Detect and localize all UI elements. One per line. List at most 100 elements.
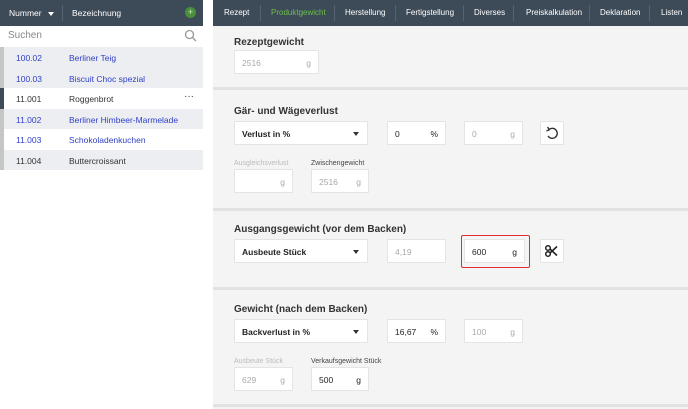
- verkaufsgewicht-unit: g: [356, 375, 361, 385]
- gaer-title: Gär- und Wägeverlust: [234, 106, 338, 117]
- list-item-name: Berliner Himbeer-Marmelade: [69, 114, 179, 125]
- rezeptgewicht-unit: g: [306, 58, 311, 68]
- list-item-number: 11.001: [16, 94, 42, 104]
- search-bar[interactable]: Suchen: [0, 26, 203, 48]
- list-item-number: 100.03: [16, 73, 42, 84]
- ausgang-factor-value: 4,19: [395, 247, 412, 257]
- tab-divider: [649, 5, 650, 21]
- list-item-name: Schokoladenkuchen: [69, 135, 146, 145]
- backverlust-percent-input[interactable]: 16,67 %: [387, 319, 446, 343]
- zwischengewicht-label: Zwischengewicht: [311, 160, 365, 167]
- ausgang-factor-field: 4,19: [387, 239, 446, 263]
- list-item-marker: [0, 88, 4, 109]
- verlust-type-value: Verlust in %: [242, 129, 291, 139]
- recipe-list-panel: Nummer Bezeichnung + Suchen 100.02 Berli…: [0, 0, 203, 409]
- chevron-down-icon: [353, 330, 359, 334]
- backverlust-percent-unit: %: [430, 327, 438, 337]
- backverlust-type-value: Backverlust in %: [242, 327, 311, 337]
- backverlust-gram-field: 100 g: [464, 319, 523, 343]
- backverlust-gram-unit: g: [510, 327, 515, 337]
- split-button[interactable]: [540, 239, 564, 263]
- sort-caret-icon: [47, 11, 54, 16]
- verkaufsgewicht-value: 500: [319, 375, 334, 385]
- ausgang-type-select[interactable]: Ausbeute Stück: [234, 239, 368, 263]
- undo-icon: [546, 126, 558, 140]
- section-divider: [213, 208, 688, 211]
- tab-divider: [260, 5, 261, 21]
- tab-divider: [334, 5, 335, 21]
- list-item[interactable]: 11.003 Schokoladenkuchen: [0, 129, 203, 150]
- tab-fertigstellung[interactable]: Fertigstellung: [406, 8, 454, 17]
- highlight-box: [461, 235, 530, 268]
- verkaufsgewicht-label: Verkaufsgewicht Stück: [311, 358, 382, 365]
- reset-button[interactable]: [540, 121, 564, 145]
- verlust-type-select[interactable]: Verlust in %: [234, 121, 368, 145]
- rezeptgewicht-value: 2516: [242, 58, 261, 68]
- gewicht-title: Gewicht (nach dem Backen): [234, 304, 368, 315]
- zwischengewicht-field: 2516 g: [311, 169, 369, 193]
- backverlust-percent-value: 16,67: [395, 327, 417, 337]
- tab-rezept[interactable]: Rezept: [224, 8, 249, 17]
- tab-diverses[interactable]: Diverses: [474, 8, 505, 17]
- search-input[interactable]: Suchen: [8, 30, 42, 41]
- section-divider: [213, 287, 688, 290]
- tab-herstellung[interactable]: Herstellung: [345, 8, 385, 17]
- list-item-marker: [0, 67, 4, 88]
- section-divider: [213, 87, 688, 90]
- tab-deklaration[interactable]: Deklaration: [600, 8, 640, 17]
- app-root: Nummer Bezeichnung + Suchen 100.02 Berli…: [0, 0, 688, 409]
- verkaufsgewicht-input[interactable]: 500 g: [311, 367, 369, 391]
- chevron-down-icon: [353, 132, 359, 136]
- verlust-gram-field: 0 g: [464, 121, 523, 145]
- list-item[interactable]: 11.004 Buttercroissant: [0, 149, 203, 170]
- tab-divider: [513, 5, 514, 21]
- list-item-number: 100.02: [16, 53, 42, 63]
- ausgleichsverlust-field: g: [234, 169, 293, 193]
- scissors-icon: [544, 244, 558, 258]
- list-item-marker: [0, 47, 4, 68]
- verlust-percent-value: 0: [395, 129, 400, 139]
- tab-preiskalkulation[interactable]: Preiskalkulation: [526, 8, 582, 17]
- verlust-percent-input[interactable]: 0 %: [387, 121, 446, 145]
- rezeptgewicht-title: Rezeptgewicht: [234, 37, 305, 48]
- list-item-number: 11.002: [16, 114, 42, 125]
- search-icon[interactable]: [184, 29, 197, 42]
- ausbeute-stueck-label: Ausbeute Stück: [234, 358, 284, 365]
- tab-divider: [395, 5, 396, 21]
- list-item-number: 11.004: [16, 155, 42, 166]
- verlust-gram-value: 0: [472, 129, 477, 139]
- tab-listen[interactable]: Listen: [661, 8, 682, 17]
- tab-divider: [463, 5, 464, 21]
- backverlust-type-select[interactable]: Backverlust in %: [234, 319, 368, 343]
- rezeptgewicht-field: 2516 g: [234, 50, 319, 74]
- product-weight-panel: Rezept Produktgewicht Herstellung Fertig…: [213, 0, 688, 409]
- ausbeute-stueck-unit: g: [280, 375, 285, 385]
- zwischengewicht-unit: g: [356, 177, 361, 187]
- list-item-name: Roggenbrot: [69, 94, 114, 104]
- section-divider: [213, 404, 688, 407]
- tab-produktgewicht[interactable]: Produktgewicht: [271, 8, 326, 17]
- list-item-name: Biscuit Choc spezial: [69, 73, 146, 84]
- more-options-icon[interactable]: ···: [184, 91, 194, 102]
- list-item-marker: [0, 149, 4, 170]
- ausgleichsverlust-unit: g: [280, 177, 285, 187]
- backverlust-gram-value: 100: [472, 327, 487, 337]
- list-item[interactable]: 100.02 Berliner Teig: [0, 47, 203, 68]
- nummer-column-label: Nummer: [9, 8, 42, 18]
- list-item-name: Buttercroissant: [69, 155, 126, 166]
- add-recipe-button[interactable]: +: [185, 7, 196, 18]
- list-header: Nummer Bezeichnung +: [0, 0, 203, 26]
- list-item[interactable]: 100.03 Biscuit Choc spezial: [0, 67, 203, 88]
- tab-bar: Rezept Produktgewicht Herstellung Fertig…: [213, 0, 688, 26]
- chevron-down-icon: [353, 250, 359, 254]
- ausgleichsverlust-label: Ausgleichsverlust: [234, 160, 289, 167]
- list-item[interactable]: 11.002 Berliner Himbeer-Marmelade: [0, 108, 203, 129]
- list-item-marker: [0, 108, 4, 129]
- sort-by-nummer-button[interactable]: Nummer: [9, 8, 54, 18]
- header-divider: [62, 5, 63, 21]
- verlust-percent-unit: %: [430, 129, 438, 139]
- bezeichnung-column-label[interactable]: Bezeichnung: [72, 8, 121, 18]
- list-item-selected[interactable]: 11.001 Roggenbrot ···: [0, 88, 203, 109]
- verlust-gram-unit: g: [510, 129, 515, 139]
- ausbeute-stueck-field: 629 g: [234, 367, 293, 391]
